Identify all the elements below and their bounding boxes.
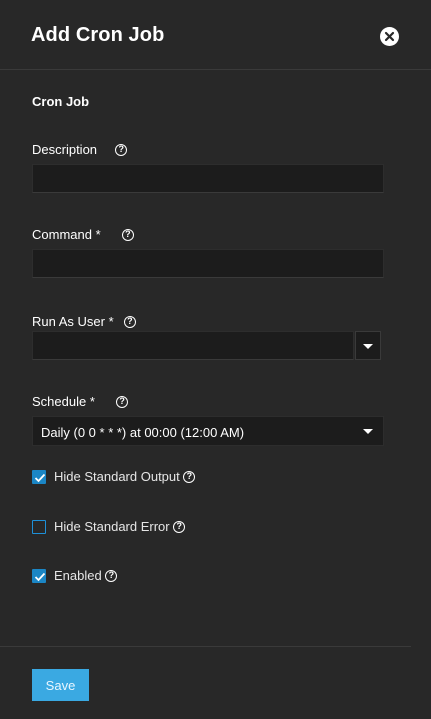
command-label-row: Command * ? [32, 227, 134, 242]
checkmark-icon [34, 473, 46, 483]
hide-standard-error-checkbox[interactable] [32, 520, 46, 534]
help-icon[interactable]: ? [173, 520, 186, 533]
close-icon [384, 31, 395, 42]
section-title: Cron Job [32, 94, 90, 109]
footer-divider [0, 646, 411, 647]
hide-standard-output-row: Hide Standard Output ? [32, 469, 232, 485]
enabled-checkbox[interactable] [32, 569, 46, 583]
save-button[interactable]: Save [32, 669, 89, 701]
schedule-label: Schedule * [32, 394, 95, 409]
hide-standard-error-row: Hide Standard Error ? [32, 519, 232, 535]
description-label-row: Description ? [32, 142, 128, 157]
run-as-user-label: Run As User * [32, 314, 114, 329]
enabled-row: Enabled ? [32, 568, 232, 584]
description-label: Description [32, 142, 98, 157]
panel-header: Add Cron Job [0, 0, 431, 70]
run-as-user-dropdown-button[interactable] [355, 331, 381, 360]
help-icon[interactable]: ? [121, 228, 134, 241]
help-icon[interactable]: ? [183, 470, 196, 483]
help-icon[interactable]: ? [116, 395, 129, 408]
panel-title: Add Cron Job [31, 24, 165, 46]
help-icon[interactable]: ? [115, 143, 128, 156]
help-icon[interactable]: ? [105, 569, 118, 582]
run-as-user-input[interactable] [32, 331, 354, 360]
command-label: Command * [32, 227, 101, 242]
command-input[interactable] [32, 249, 384, 278]
description-input[interactable] [32, 164, 384, 193]
hide-standard-output-label: Hide Standard Output ? [54, 469, 196, 484]
close-button[interactable] [380, 27, 399, 46]
hide-standard-error-label: Hide Standard Error ? [54, 519, 186, 534]
hide-standard-output-checkbox[interactable] [32, 470, 46, 484]
schedule-select[interactable]: Daily (0 0 * * *) at 00:00 (12:00 AM) [32, 416, 384, 446]
help-icon[interactable]: ? [123, 315, 136, 328]
chevron-down-icon [363, 429, 373, 434]
schedule-value: Daily (0 0 * * *) at 00:00 (12:00 AM) [41, 425, 245, 440]
run-as-user-label-row: Run As User * ? [32, 314, 136, 329]
schedule-label-row: Schedule * ? [32, 394, 129, 409]
add-cron-job-panel: Add Cron Job Cron Job Description ? Comm… [0, 0, 431, 719]
chevron-down-icon [363, 344, 373, 349]
enabled-label: Enabled ? [54, 568, 118, 583]
checkmark-icon [34, 572, 46, 582]
